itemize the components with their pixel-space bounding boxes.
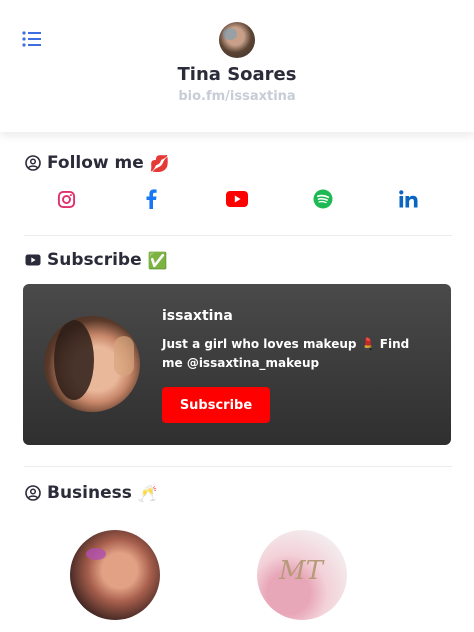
youtube-channel-card: issaxtina Just a girl who loves makeup 💄… <box>23 284 451 445</box>
follow-section-title: Follow me 💋 <box>25 153 170 173</box>
avatar <box>219 22 255 58</box>
channel-description: Just a girl who loves makeup 💄 Find me @… <box>162 337 410 370</box>
check-emoji: ✅ <box>147 250 168 270</box>
section-divider <box>24 235 452 236</box>
channel-name: issaxtina <box>162 308 233 324</box>
spotify-icon[interactable] <box>311 187 335 211</box>
business-item-logo[interactable]: MT <box>257 530 347 620</box>
youtube-outline-icon <box>25 254 41 266</box>
profile-url[interactable]: bio.fm/issaxtina <box>0 89 474 104</box>
channel-avatar <box>44 316 140 412</box>
subscribe-section-title: Subscribe ✅ <box>25 250 168 270</box>
section-divider <box>24 466 452 467</box>
subscribe-button[interactable]: Subscribe <box>162 387 270 423</box>
youtube-icon[interactable] <box>225 187 249 211</box>
facebook-icon[interactable] <box>139 187 163 211</box>
cheers-emoji: 🥂 <box>137 483 158 503</box>
user-circle-icon <box>25 155 41 171</box>
business-item-makeup[interactable] <box>70 530 160 620</box>
user-circle-icon <box>25 485 41 501</box>
subscribe-title-text: Subscribe <box>47 250 142 270</box>
linkedin-icon[interactable] <box>396 187 420 211</box>
lips-emoji: 💋 <box>149 153 170 173</box>
instagram-icon[interactable] <box>54 187 78 211</box>
business-section-title: Business 🥂 <box>25 483 158 503</box>
profile-name: Tina Soares <box>177 64 297 85</box>
business-title-text: Business <box>47 483 132 503</box>
profile-header: Tina Soares bio.fm/issaxtina <box>0 0 474 132</box>
social-links <box>0 187 474 211</box>
menu-icon[interactable] <box>22 30 42 48</box>
business-logo-text: MT <box>279 556 323 586</box>
follow-title-text: Follow me <box>47 153 144 173</box>
